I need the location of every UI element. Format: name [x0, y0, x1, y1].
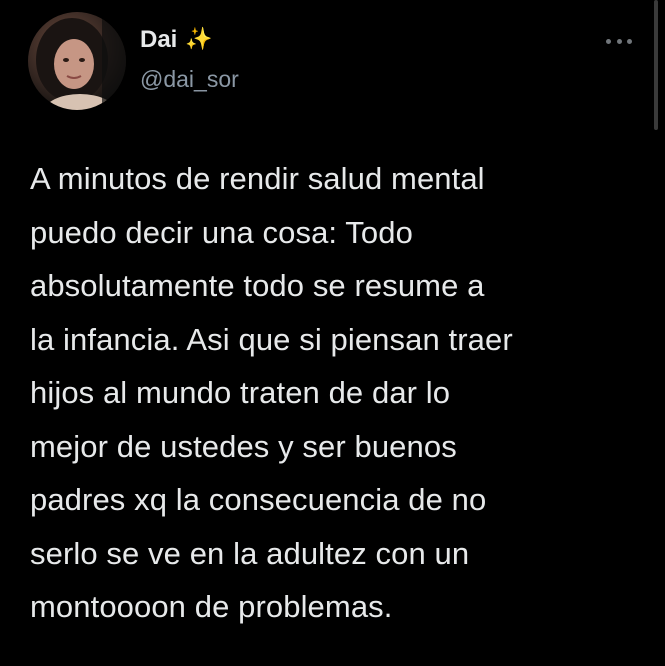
dot-icon: [627, 38, 632, 44]
more-options-icon[interactable]: [606, 36, 632, 46]
profile-photo-icon: [36, 12, 126, 110]
sparkles-icon: ✨: [185, 27, 213, 52]
dot-icon: [616, 38, 622, 44]
author-name-row[interactable]: Dai ✨: [140, 26, 213, 54]
author-handle[interactable]: @dai_sor: [140, 66, 239, 93]
avatar[interactable]: [28, 12, 126, 110]
scrollbar[interactable]: [654, 0, 658, 130]
tweet-text: A minutos de rendir salud mental puedo d…: [30, 161, 513, 624]
tweet: Dai ✨ @dai_sor A minutos de rendir salud…: [0, 0, 665, 666]
dot-icon: [606, 38, 611, 44]
display-name[interactable]: Dai: [140, 26, 177, 54]
